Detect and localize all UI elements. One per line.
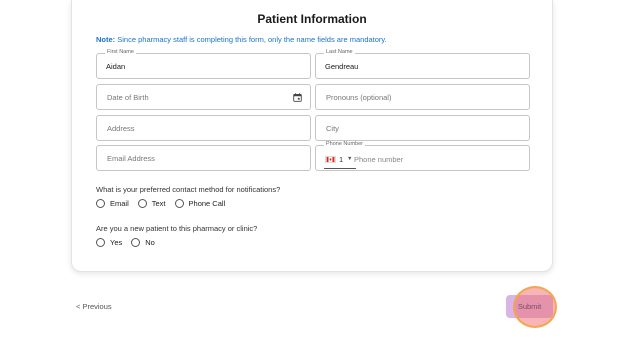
radio-yes[interactable]	[96, 237, 105, 247]
radio-phone-call-label[interactable]: Phone Call	[189, 199, 226, 208]
new-patient-options: Yes No	[96, 236, 164, 248]
pronouns-placeholder: Pronouns (optional)	[326, 93, 392, 102]
mandatory-note: Note: Since pharmacy staff is completing…	[96, 35, 387, 44]
contact-method-options: Email Text Phone Call	[96, 197, 234, 209]
radio-no[interactable]	[131, 237, 141, 247]
phone-number-placeholder: Phone number	[354, 155, 404, 164]
canada-flag-icon[interactable]	[325, 156, 336, 163]
last-name-field[interactable]: Last Name Gendreau	[315, 49, 530, 79]
address-field[interactable]: Address	[96, 115, 311, 141]
date-of-birth-field[interactable]: Date of Birth	[96, 84, 311, 110]
previous-button[interactable]: < Previous	[76, 302, 112, 311]
radio-phone-call[interactable]	[174, 198, 184, 208]
country-code[interactable]: 1	[339, 155, 343, 164]
first-name-label: First Name	[105, 49, 136, 55]
first-name-field[interactable]: First Name Aidan	[96, 49, 311, 79]
pronouns-field[interactable]: Pronouns (optional)	[315, 84, 530, 110]
note-prefix: Note:	[96, 35, 116, 44]
page-title: Patient Information	[257, 12, 367, 26]
first-name-value: Aidan	[106, 62, 126, 71]
last-name-label: Last Name	[324, 49, 355, 55]
radio-no-label[interactable]: No	[145, 238, 155, 247]
date-of-birth-placeholder: Date of Birth	[107, 93, 149, 102]
radio-email[interactable]	[96, 198, 105, 208]
last-name-value: Gendreau	[325, 62, 359, 71]
radio-text-label[interactable]: Text	[152, 199, 166, 208]
address-placeholder: Address	[107, 124, 135, 133]
phone-number-label: Phone Number	[324, 141, 365, 147]
city-placeholder: City	[326, 124, 339, 133]
radio-text[interactable]	[137, 198, 147, 208]
submit-button[interactable]	[506, 295, 553, 318]
caret-down-icon[interactable]: ▼	[347, 156, 352, 162]
patient-info-card: Patient Information Note: Since pharmacy…	[71, 0, 553, 272]
email-placeholder: Email Address	[107, 154, 155, 163]
city-field[interactable]: City	[315, 115, 530, 141]
radio-yes-label[interactable]: Yes	[110, 238, 122, 247]
radio-email-label[interactable]: Email	[110, 199, 129, 208]
note-text: Since pharmacy staff is completing this …	[115, 35, 387, 44]
calendar-icon[interactable]	[293, 93, 302, 102]
email-field[interactable]: Email Address	[96, 145, 311, 171]
phone-number-field[interactable]: Phone Number 1 ▼ Phone number	[315, 141, 530, 171]
country-select-underline	[324, 168, 356, 169]
contact-method-question: What is your preferred contact method fo…	[96, 185, 281, 194]
new-patient-question: Are you a new patient to this pharmacy o…	[96, 224, 258, 233]
